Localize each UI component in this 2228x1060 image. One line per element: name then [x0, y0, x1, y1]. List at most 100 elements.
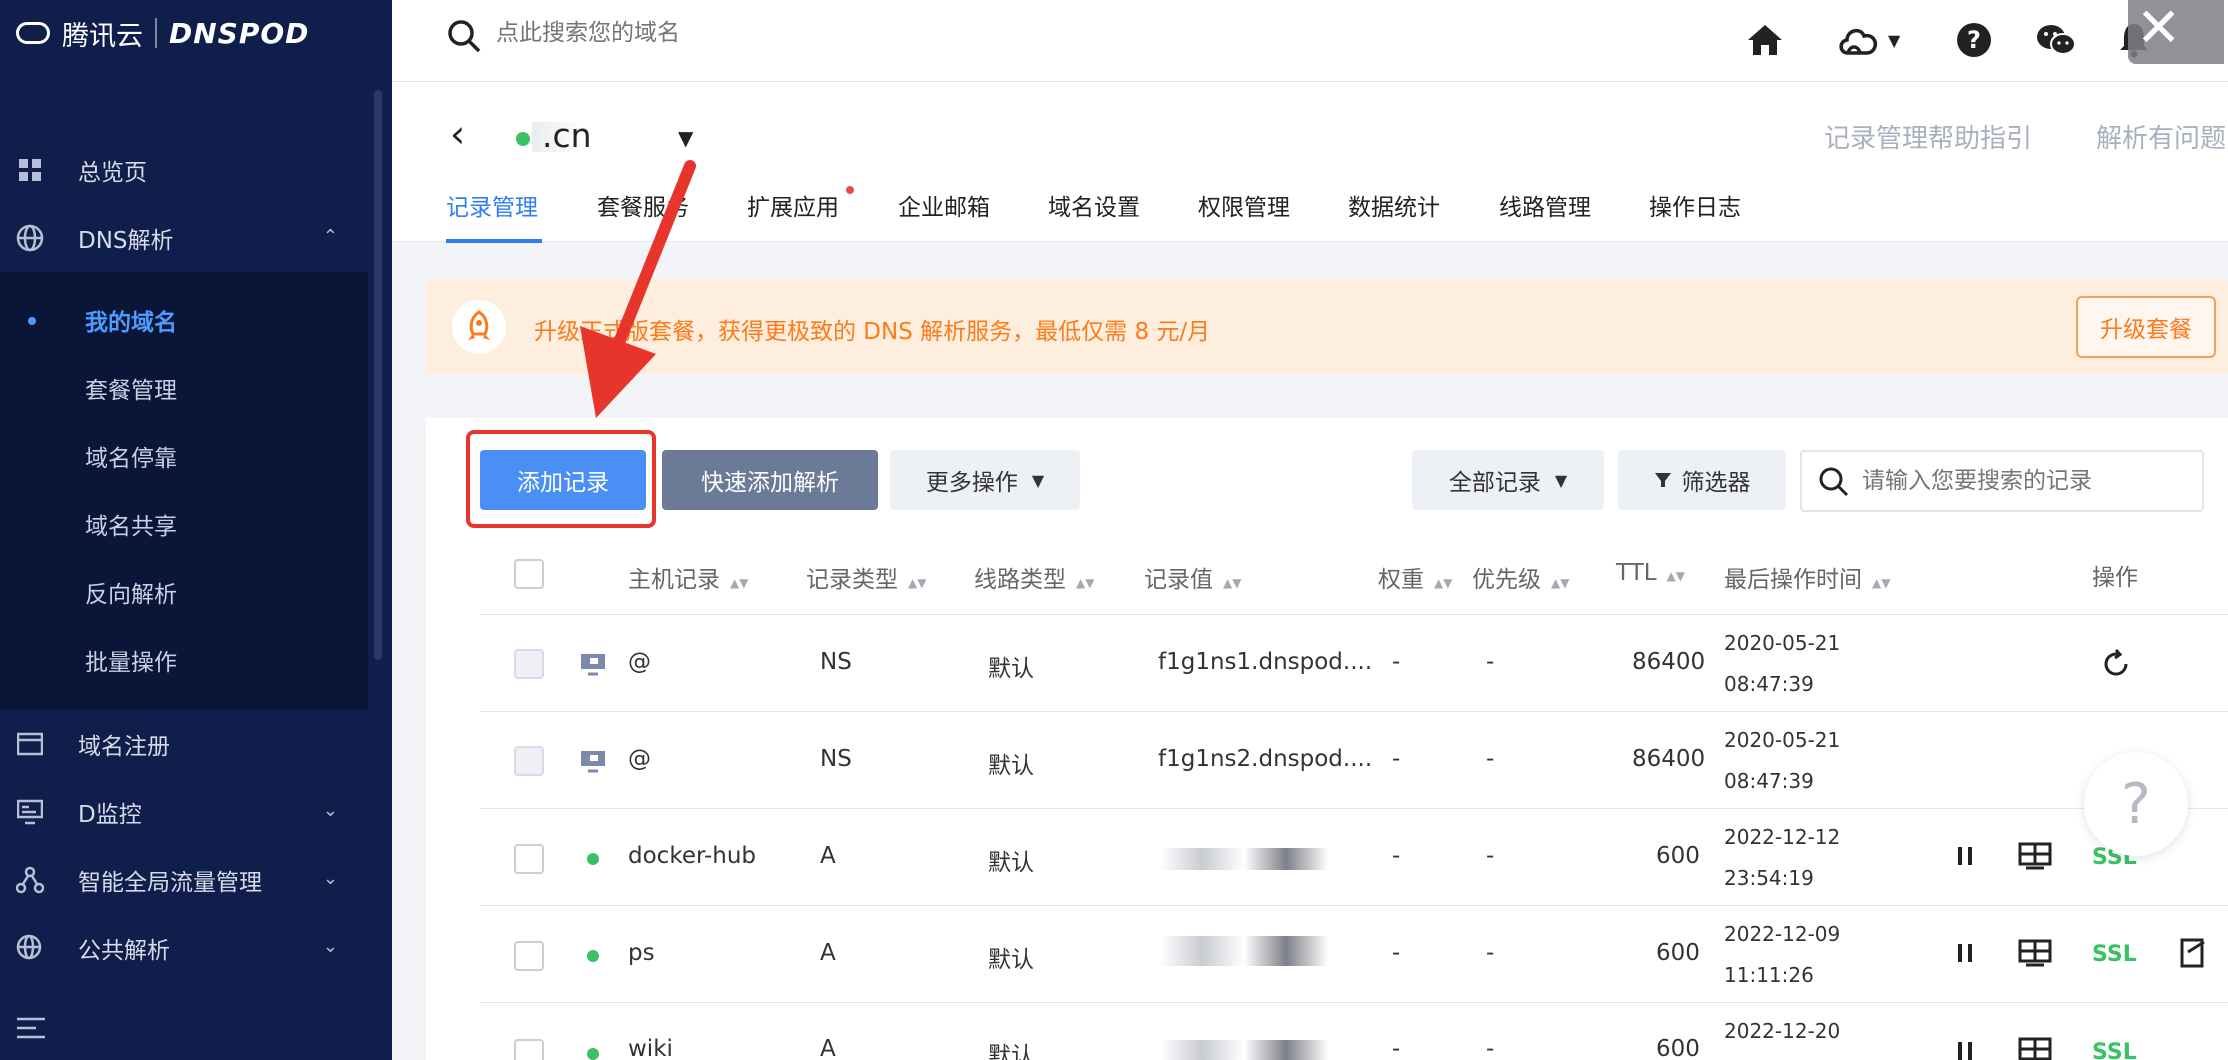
value-cell: f1g1ns1.dnspod....	[1158, 649, 1373, 675]
subnav-plan-management[interactable]: 套餐管理	[0, 358, 368, 418]
back-arrow-icon[interactable]: ‹	[450, 112, 465, 156]
sidebar-item-overview[interactable]: 总览页	[0, 138, 368, 202]
subnav-reverse-dns[interactable]: 反向解析	[0, 562, 368, 622]
chevron-down-icon[interactable]: ⌄	[323, 936, 338, 957]
sidebar-item-domain-registration[interactable]: 域名注册	[0, 712, 368, 776]
record-search-input[interactable]	[1862, 468, 2182, 494]
sidebar-item-d-monitor[interactable]: D监控 ⌄	[0, 780, 368, 844]
tab-line-management[interactable]: 线路管理	[1499, 188, 1591, 222]
col-ttl[interactable]: TTL ▲▼	[1616, 560, 1685, 586]
col-last-modified[interactable]: 最后操作时间 ▲▼	[1724, 560, 1890, 594]
cloud-icon[interactable]: ▼	[1836, 12, 1900, 68]
col-type[interactable]: 记录类型 ▲▼	[806, 560, 926, 594]
chevron-down-icon[interactable]: ⌄	[323, 868, 338, 889]
floating-help-button[interactable]: ?	[2084, 752, 2188, 856]
tab-domain-settings[interactable]: 域名设置	[1048, 188, 1140, 222]
chevron-down-icon[interactable]: ⌄	[323, 800, 338, 821]
brand-logo[interactable]: 腾讯云 DNSPOD	[0, 0, 392, 66]
edit-icon[interactable]	[2180, 938, 2206, 968]
refresh-icon[interactable]	[2100, 648, 2132, 680]
records-help-link[interactable]: 记录管理帮助指引	[1824, 118, 2032, 155]
sidebar-item-dns[interactable]: DNS解析 ⌃	[0, 206, 368, 270]
domain-search-input[interactable]	[496, 20, 896, 46]
rocket-icon	[452, 300, 506, 354]
all-records-label: 全部记录	[1448, 470, 1541, 496]
record-search-box[interactable]	[1800, 450, 2204, 512]
col-weight[interactable]: 权重 ▲▼	[1378, 560, 1452, 594]
row-divider	[480, 614, 2228, 615]
collapse-menu-icon[interactable]	[16, 1016, 46, 1047]
select-all-checkbox[interactable]	[514, 559, 544, 589]
col-label: 优先级	[1472, 567, 1541, 593]
close-icon[interactable]: ✕	[2136, 0, 2181, 58]
col-host[interactable]: 主机记录 ▲▼	[628, 560, 748, 594]
sort-icon: ▲▼	[1872, 576, 1891, 590]
subnav-domain-sharing[interactable]: 域名共享	[0, 494, 368, 554]
ssl-link[interactable]: SSL	[2092, 942, 2137, 967]
time-cell: 11:11:26	[1724, 963, 1814, 987]
load-balance-icon[interactable]	[2018, 939, 2052, 967]
weight-cell: -	[1392, 1036, 1401, 1060]
more-actions-button[interactable]: 更多操作 ▼	[890, 450, 1080, 510]
tab-enterprise-mail[interactable]: 企业邮箱	[898, 188, 990, 222]
sort-icon: ▲▼	[730, 576, 749, 590]
load-balance-icon[interactable]	[2018, 842, 2052, 870]
tab-records[interactable]: 记录管理	[446, 188, 538, 222]
row-checkbox	[514, 649, 544, 679]
search-icon	[1818, 466, 1850, 502]
subnav-domain-parking[interactable]: 域名停靠	[0, 426, 368, 486]
tab-permissions[interactable]: 权限管理	[1198, 188, 1290, 222]
home-icon[interactable]	[1746, 12, 1784, 68]
sort-icon: ▲▼	[1434, 576, 1453, 590]
pause-icon[interactable]	[1956, 942, 1974, 964]
domain-dropdown-icon[interactable]: ▼	[678, 126, 693, 150]
load-balance-icon[interactable]	[2018, 1037, 2052, 1060]
pause-icon[interactable]	[1956, 845, 1974, 867]
type-cell: A	[820, 1036, 836, 1060]
sidebar-item-public-dns[interactable]: 公共解析 ⌄	[0, 916, 368, 980]
col-actions: 操作	[2092, 565, 2138, 591]
col-label: 权重	[1378, 567, 1424, 593]
col-label: 记录类型	[806, 567, 898, 593]
col-line[interactable]: 线路类型 ▲▼	[974, 560, 1094, 594]
subnav-batch-ops[interactable]: 批量操作	[0, 630, 368, 690]
search-icon[interactable]	[446, 18, 482, 58]
col-label: 主机记录	[628, 567, 720, 593]
chevron-up-icon[interactable]: ⌃	[323, 226, 338, 247]
filter-button[interactable]: 筛选器	[1618, 450, 1786, 510]
tab-statistics[interactable]: 数据统计	[1348, 188, 1440, 222]
quick-add-button[interactable]: 快速添加解析	[662, 450, 878, 510]
domain-status-dot	[516, 132, 530, 146]
monitor-icon	[16, 798, 44, 826]
row-divider	[480, 808, 2228, 809]
wechat-icon[interactable]	[2036, 12, 2076, 68]
row-checkbox[interactable]	[514, 941, 544, 971]
host-cell: wiki	[628, 1036, 673, 1060]
row-checkbox[interactable]	[514, 844, 544, 874]
cloud-logo-icon	[16, 22, 50, 44]
troubleshoot-link[interactable]: 解析有问题	[2096, 118, 2226, 155]
subnav-my-domains[interactable]: 我的域名	[0, 290, 368, 350]
pause-icon[interactable]	[1956, 1040, 1974, 1060]
date-cell: 2022-12-20	[1724, 1019, 1841, 1043]
col-priority[interactable]: 优先级 ▲▼	[1472, 560, 1569, 594]
help-icon[interactable]: ?	[1956, 12, 1992, 68]
active-dot	[28, 317, 36, 325]
ssl-link[interactable]: SSL	[2092, 1040, 2137, 1060]
col-value[interactable]: 记录值 ▲▼	[1144, 560, 1241, 594]
subnav-label: 批量操作	[85, 650, 177, 676]
svg-text:?: ?	[1967, 26, 1981, 54]
sidebar-item-global-traffic[interactable]: 智能全局流量管理 ⌄	[0, 848, 368, 912]
type-cell: NS	[820, 746, 852, 772]
tab-operation-log[interactable]: 操作日志	[1649, 188, 1741, 222]
host-cell: docker-hub	[628, 843, 757, 869]
sidebar-scrollbar[interactable]	[374, 90, 382, 660]
subnav-label: 我的域名	[85, 310, 177, 336]
date-cell: 2020-05-21	[1724, 631, 1841, 655]
brand-separator	[155, 18, 157, 48]
row-checkbox[interactable]	[514, 1039, 544, 1060]
all-records-dropdown[interactable]: 全部记录 ▼	[1412, 450, 1604, 510]
tab-extensions[interactable]: 扩展应用	[747, 188, 839, 222]
subnav-label: 反向解析	[85, 582, 177, 608]
upgrade-plan-button[interactable]: 升级套餐	[2076, 296, 2216, 358]
